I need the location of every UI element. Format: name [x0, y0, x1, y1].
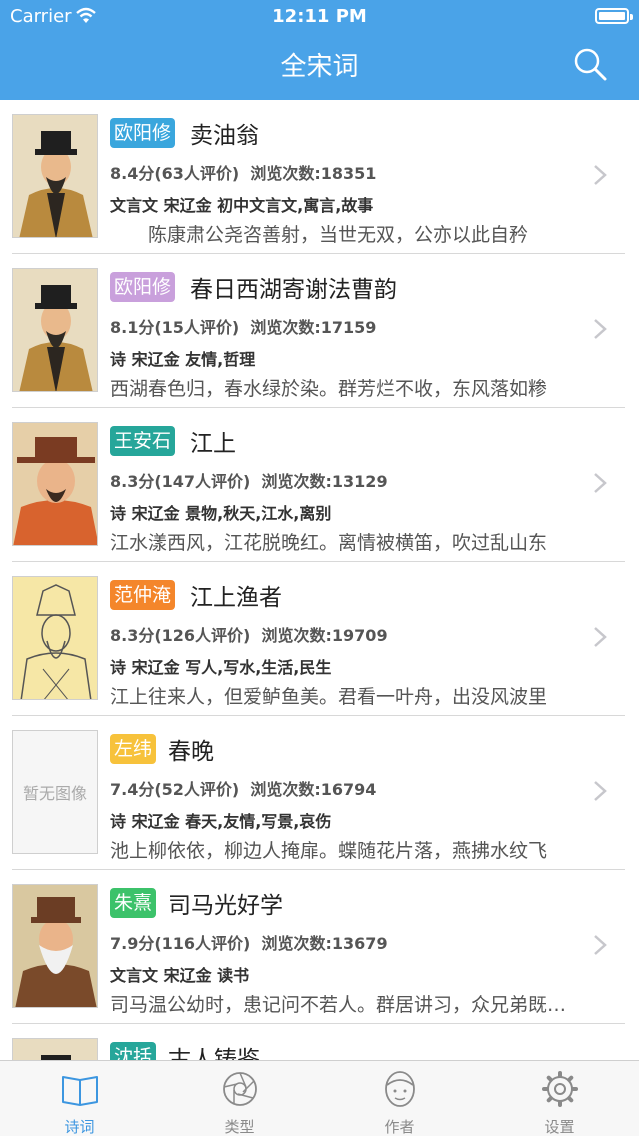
chevron-right-icon	[594, 473, 607, 493]
rating-info: 8.1分(15人评价) 浏览次数:17159	[110, 318, 377, 337]
tab-types[interactable]: 类型	[160, 1061, 319, 1137]
rating-info: 7.9分(116人评价) 浏览次数:13679	[110, 934, 388, 953]
author-badge[interactable]: 沈括	[110, 1042, 157, 1060]
poem-title: 古人铸鉴	[168, 1047, 260, 1060]
book-icon	[62, 1076, 98, 1106]
poem-excerpt: 陈康肃公尧咨善射，当世无双，公亦以此自矜	[110, 224, 529, 246]
list-item[interactable]: 朱熹 司马光好学 7.9分(116人评价) 浏览次数:13679 文言文 宋辽金…	[0, 870, 639, 1024]
poem-title: 江上渔者	[190, 585, 282, 611]
poem-title: 卖油翁	[190, 123, 259, 149]
status-time: 12:11 PM	[272, 6, 367, 27]
author-badge[interactable]: 欧阳修	[110, 118, 176, 148]
poem-excerpt: 江上往来人，但爱鲈鱼美。君看一叶舟，出没风波里	[110, 686, 548, 708]
list-item[interactable]: 欧阳修 卖油翁 8.4分(63人评价) 浏览次数:18351 文言文 宋辽金 初…	[0, 100, 639, 254]
author-portrait	[12, 576, 98, 700]
list-item[interactable]: 沈括 古人铸鉴	[0, 1024, 639, 1060]
author-portrait	[12, 1038, 98, 1060]
author-badge[interactable]: 王安石	[110, 426, 176, 456]
poem-title: 春晚	[168, 739, 214, 765]
author-badge[interactable]: 范仲淹	[110, 580, 176, 610]
battery-icon	[595, 8, 633, 24]
chevron-right-icon	[594, 935, 607, 955]
list-item[interactable]: 欧阳修 春日西湖寄谢法曹韵 8.1分(15人评价) 浏览次数:17159 诗 宋…	[0, 254, 639, 408]
poem-title: 江上	[190, 431, 236, 457]
author-badge[interactable]: 左纬	[110, 734, 157, 764]
tab-settings[interactable]: 设置	[480, 1061, 639, 1137]
person-icon	[385, 1071, 415, 1107]
author-portrait	[12, 422, 98, 546]
poem-title: 司马光好学	[168, 893, 283, 919]
list-item[interactable]: 王安石 江上 8.3分(147人评价) 浏览次数:13129 诗 宋辽金 景物,…	[0, 408, 639, 562]
poem-title: 春日西湖寄谢法曹韵	[190, 277, 397, 303]
poem-excerpt: 西湖春色归，春水绿於染。群芳烂不收，东风落如糁	[110, 378, 548, 400]
chevron-right-icon	[594, 165, 607, 185]
poem-excerpt: 司马温公幼时，患记问不若人。群居讲习，众兄弟既成诵	[110, 994, 580, 1016]
poem-tags: 诗 宋辽金 写人,写水,生活,民生	[110, 658, 332, 677]
poem-tags: 文言文 宋辽金 读书	[110, 966, 250, 985]
author-badge[interactable]: 朱熹	[110, 888, 157, 918]
aperture-icon	[223, 1072, 257, 1106]
chevron-right-icon	[594, 781, 607, 801]
nav-bar: Carrier 12:11 PM 全宋词	[0, 0, 639, 100]
poem-tags: 诗 宋辽金 友情,哲理	[110, 350, 256, 369]
author-badge[interactable]: 欧阳修	[110, 272, 176, 302]
rating-info: 8.4分(63人评价) 浏览次数:18351	[110, 164, 377, 183]
poem-tags: 诗 宋辽金 春天,友情,写景,哀伤	[110, 812, 332, 831]
status-bar: Carrier 12:11 PM	[0, 0, 639, 34]
tab-poems[interactable]: 诗词	[0, 1061, 159, 1137]
rating-info: 7.4分(52人评价) 浏览次数:16794	[110, 780, 377, 799]
page-title: 全宋词	[280, 52, 359, 82]
chevron-right-icon	[594, 627, 607, 647]
tab-label: 类型	[224, 1118, 255, 1136]
poem-excerpt: 江水漾西风，江花脱晚红。离情被横笛，吹过乱山东	[110, 532, 548, 554]
author-portrait	[12, 884, 98, 1008]
rating-info: 8.3分(147人评价) 浏览次数:13129	[110, 472, 388, 491]
chevron-right-icon	[594, 319, 607, 339]
gear-icon	[542, 1071, 578, 1107]
tab-bar: 诗词 类型 作者 设置	[0, 1060, 639, 1136]
poem-tags: 诗 宋辽金 景物,秋天,江水,离别	[110, 504, 332, 523]
author-portrait-placeholder: 暂无图像	[12, 730, 98, 854]
poem-tags: 文言文 宋辽金 初中文言文,寓言,故事	[110, 196, 374, 215]
poem-excerpt: 池上柳依依，柳边人掩扉。蝶随花片落，燕拂水纹飞	[110, 840, 548, 862]
search-icon[interactable]	[570, 44, 610, 84]
tab-label: 作者	[384, 1118, 415, 1136]
author-portrait	[12, 268, 98, 392]
poem-list[interactable]: 欧阳修 卖油翁 8.4分(63人评价) 浏览次数:18351 文言文 宋辽金 初…	[0, 100, 639, 1060]
rating-info: 8.3分(126人评价) 浏览次数:19709	[110, 626, 388, 645]
list-item[interactable]: 范仲淹 江上渔者 8.3分(126人评价) 浏览次数:19709 诗 宋辽金 写…	[0, 562, 639, 716]
tab-label: 诗词	[64, 1118, 95, 1136]
author-portrait	[12, 114, 98, 238]
list-item[interactable]: 暂无图像 左纬 春晚 7.4分(52人评价) 浏览次数:16794 诗 宋辽金 …	[0, 716, 639, 870]
tab-authors[interactable]: 作者	[320, 1061, 479, 1137]
tab-label: 设置	[544, 1118, 575, 1136]
